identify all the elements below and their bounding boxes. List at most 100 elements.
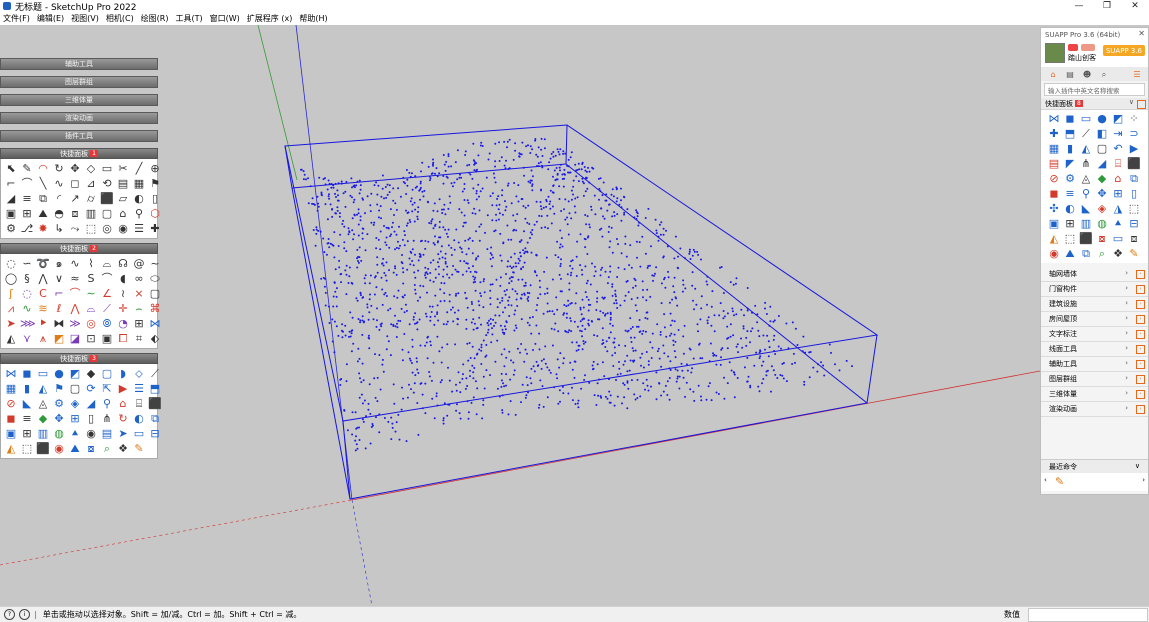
bezier-icon[interactable]: ⌇ xyxy=(84,257,98,270)
triangle2-r-icon[interactable]: ◣ xyxy=(1079,202,1093,216)
expand-square-icon[interactable]: › xyxy=(1136,360,1145,369)
split-tool-icon[interactable]: ⎇ xyxy=(20,222,34,235)
panel-tool-icon[interactable]: ▥ xyxy=(84,207,98,220)
pin-tool-icon[interactable]: ⚲ xyxy=(132,207,146,220)
jcurve-icon[interactable]: ʃ xyxy=(4,287,18,300)
house-icon[interactable]: ⌂ xyxy=(116,397,130,410)
angle-icon[interactable]: ∠ xyxy=(100,287,114,300)
wall-r-icon[interactable]: ▤ xyxy=(1047,157,1061,171)
plane-tool-icon[interactable]: ▱ xyxy=(116,192,130,205)
select-r-icon[interactable]: ◼ xyxy=(1047,187,1061,201)
diamond-r-icon[interactable]: ◆ xyxy=(1095,172,1109,186)
frame2-tool-icon[interactable]: ⬚ xyxy=(84,222,98,235)
flag-blue-icon[interactable]: ⚑ xyxy=(52,382,66,395)
cube2-icon[interactable]: ⬛ xyxy=(148,397,162,410)
multi-box-icon[interactable]: ⧇ xyxy=(84,442,98,455)
circle-arrow-icon[interactable]: ⟳ xyxy=(84,382,98,395)
tilde-icon[interactable]: ∼ xyxy=(84,287,98,300)
scatter-r-icon[interactable]: ⁘ xyxy=(1127,112,1141,126)
circle-curve-icon[interactable]: ◯ xyxy=(4,272,18,285)
select-red-icon[interactable]: ◼ xyxy=(4,412,18,425)
extrude-tool-icon[interactable]: ◢ xyxy=(4,192,18,205)
arc2-icon[interactable]: ⌓ xyxy=(100,257,114,270)
cube3-icon[interactable]: ⬚ xyxy=(20,442,34,455)
window-icon[interactable]: ▢ xyxy=(68,382,82,395)
tag-r-icon[interactable]: ▯ xyxy=(1127,187,1141,201)
frame-tool-icon[interactable]: ▢ xyxy=(100,207,114,220)
rotate-tool-icon[interactable]: ↻ xyxy=(52,162,66,175)
polygon-tool-icon[interactable]: ⬡ xyxy=(148,207,162,220)
pen-orange-icon[interactable]: ✎ xyxy=(132,442,146,455)
target-tool-icon[interactable]: ◎ xyxy=(100,222,114,235)
search-tab-icon[interactable]: ⌕ xyxy=(1097,69,1111,80)
sweep-tool-icon[interactable]: ↗ xyxy=(68,192,82,205)
link-icon[interactable]: ⊘ xyxy=(4,397,18,410)
eye-r-icon[interactable]: ◉ xyxy=(1047,247,1061,261)
move3-r-icon[interactable]: ✣ xyxy=(1047,202,1061,216)
diagonal-icon[interactable]: ◪ xyxy=(68,332,82,345)
step-icon[interactable]: ⌗ xyxy=(132,332,146,345)
menu-tab-icon[interactable]: ☰ xyxy=(1130,69,1144,80)
split-r-icon[interactable]: ⋔ xyxy=(1079,157,1093,171)
menu-edit[interactable]: 编辑(E) xyxy=(34,13,68,24)
pen-r-icon[interactable]: ✎ xyxy=(1127,247,1141,261)
mountain-r-icon[interactable]: ⛰ xyxy=(1063,247,1077,261)
triangle2-icon[interactable]: ◣ xyxy=(20,397,34,410)
blob-icon[interactable]: ▢ xyxy=(148,287,162,300)
chevrons-icon[interactable]: ≫ xyxy=(68,317,82,330)
box3-r-icon[interactable]: ▥ xyxy=(1079,217,1093,231)
slash-r-icon[interactable]: ◩ xyxy=(1111,112,1125,126)
wave4-icon[interactable]: ≋ xyxy=(36,302,50,315)
expand-square-icon[interactable]: › xyxy=(1136,300,1145,309)
ring-icon[interactable]: ◔ xyxy=(116,317,130,330)
category-line-face[interactable]: 线面工具 › › xyxy=(1041,342,1148,357)
arc3-icon[interactable]: ⌒ xyxy=(100,272,114,285)
arc-curve-icon[interactable]: ⌒ xyxy=(20,177,34,190)
infinity-icon[interactable]: ∞ xyxy=(132,272,146,285)
line-tool-icon[interactable]: ╱ xyxy=(132,162,146,175)
move-blue-icon[interactable]: ✥ xyxy=(52,412,66,425)
menu-help[interactable]: 帮助(H) xyxy=(296,13,331,24)
cross-curve-icon[interactable]: ⨯ xyxy=(132,287,146,300)
box-blue-icon[interactable]: ⬒ xyxy=(148,382,162,395)
ellipse-icon[interactable]: ⬭ xyxy=(148,272,162,285)
move-r-icon[interactable]: ✚ xyxy=(1047,127,1061,141)
menu-window[interactable]: 窗口(W) xyxy=(207,13,244,24)
menu-draw[interactable]: 绘图(R) xyxy=(138,13,173,24)
lines-tool-icon[interactable]: ≡ xyxy=(20,192,34,205)
render-animation-button[interactable]: 渲染动画 xyxy=(0,112,158,124)
stack4-r-icon[interactable]: ⧈ xyxy=(1127,232,1141,246)
category-door-window[interactable]: 门窗构件 › › xyxy=(1041,282,1148,297)
offset-tool-icon[interactable]: ⧉ xyxy=(36,192,50,205)
arrow-right-icon[interactable]: ➤ xyxy=(4,317,18,330)
orbit2-icon[interactable]: ◎ xyxy=(84,317,98,330)
flat-curve-icon[interactable]: ⌢ xyxy=(132,302,146,315)
lines-blue-icon[interactable]: ☰ xyxy=(132,382,146,395)
square-tool-icon[interactable]: ◻ xyxy=(68,177,82,190)
roof-tool-icon[interactable]: ⌂ xyxy=(116,207,130,220)
gear-blue-icon[interactable]: ⚙ xyxy=(52,397,66,410)
split2-icon[interactable]: ⋔ xyxy=(100,412,114,425)
gear-r-icon[interactable]: ⚙ xyxy=(1063,172,1077,186)
flag-tool-icon[interactable]: ⚑ xyxy=(148,177,162,190)
suapp-close-button[interactable]: ✕ xyxy=(1138,29,1145,38)
avatar[interactable] xyxy=(1045,43,1065,63)
bowtie-icon[interactable]: ⋈ xyxy=(4,367,18,380)
pen-tool-icon[interactable]: ✎ xyxy=(1055,475,1064,488)
page-r-icon[interactable]: ▢ xyxy=(1095,142,1109,156)
user-tab-icon[interactable]: ☻ xyxy=(1080,69,1094,80)
mesh-tool-icon[interactable]: ⊞ xyxy=(20,207,34,220)
sq-frame-icon[interactable]: ▣ xyxy=(100,332,114,345)
maximize-button[interactable]: ❐ xyxy=(1093,0,1121,12)
sector-icon[interactable]: ◭ xyxy=(4,332,18,345)
menu-extensions[interactable]: 扩展程序 (x) xyxy=(244,13,297,24)
grid-r-icon[interactable]: ▦ xyxy=(1047,142,1061,156)
stack3-r-icon[interactable]: ⧇ xyxy=(1095,232,1109,246)
hook-icon[interactable]: ⌐ xyxy=(52,287,66,300)
gear-tool-icon[interactable]: ⚙ xyxy=(4,222,18,235)
arc-tool-icon[interactable]: ◠ xyxy=(36,162,50,175)
category-3d-volume[interactable]: 三维体量 › › xyxy=(1041,387,1148,402)
merge-icon[interactable]: ⋎ xyxy=(20,332,34,345)
circle-r-icon[interactable]: ◍ xyxy=(1095,217,1109,231)
cube-r-icon[interactable]: ◼ xyxy=(1063,112,1077,126)
